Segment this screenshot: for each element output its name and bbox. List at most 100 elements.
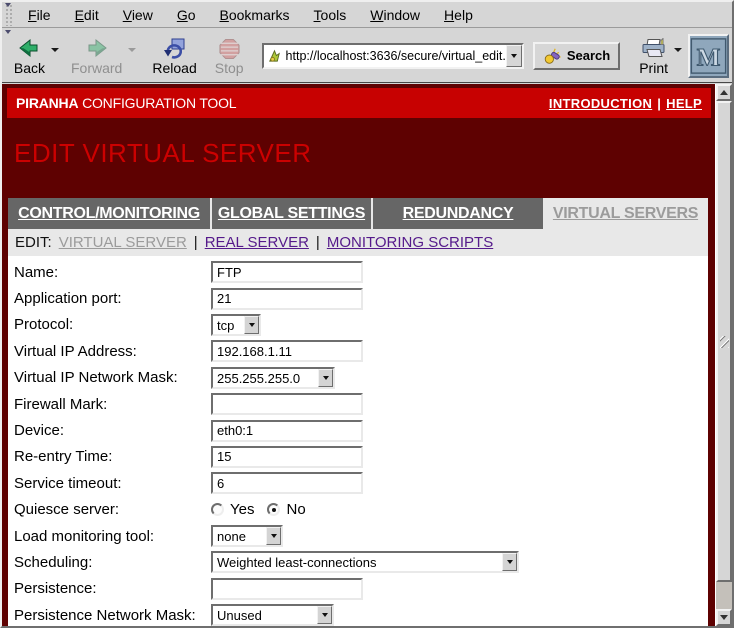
menu-go[interactable]: Go (165, 7, 208, 23)
app-title-brand: PIRANHA (16, 95, 78, 111)
subnav-virtual-server-link[interactable]: VIRTUAL SERVER (59, 234, 187, 251)
page-title: EDIT VIRTUAL SERVER (14, 138, 715, 168)
name-input[interactable] (211, 261, 363, 283)
stop-button[interactable]: Stop (209, 34, 250, 77)
app-title: PIRANHA CONFIGURATION TOOL (16, 95, 236, 111)
help-link[interactable]: HELP (666, 96, 702, 111)
vertical-scrollbar[interactable] (715, 84, 732, 626)
tab-control-monitoring[interactable]: CONTROL/MONITORING (8, 198, 210, 229)
stop-icon (219, 36, 240, 60)
back-dropdown-arrow[interactable] (51, 48, 59, 52)
quiesce-radio-group: Yes No (211, 501, 319, 518)
form-row-protocol: Protocol: tcp (8, 312, 708, 338)
subnav-prefix: EDIT: (15, 234, 52, 251)
menu-view[interactable]: View (111, 7, 165, 23)
page-content: PIRANHA CONFIGURATION TOOL INTRODUCTION … (2, 84, 715, 626)
firewall-mark-input[interactable] (211, 393, 363, 415)
tab-redundancy[interactable]: REDUNDANCY (371, 198, 543, 229)
application-port-input[interactable] (211, 288, 363, 310)
menu-bookmarks[interactable]: Bookmarks (208, 7, 302, 23)
subnav-real-server-link[interactable]: REAL SERVER (205, 234, 309, 251)
search-label: Search (567, 48, 610, 63)
name-label: Name: (14, 264, 211, 281)
protocol-value: tcp (213, 316, 244, 334)
menu-bar: File Edit View Go Bookmarks Tools Window… (2, 2, 732, 28)
persistence-netmask-select[interactable]: Unused (211, 604, 334, 626)
mozilla-m-icon: M (690, 37, 727, 75)
url-bar[interactable]: http://localhost:3636/secure/virtual_edi… (262, 43, 524, 69)
load-monitoring-value: none (213, 527, 266, 545)
scroll-down-button[interactable] (716, 609, 732, 626)
tab-virtual-servers[interactable]: VIRTUAL SERVERS (543, 198, 708, 229)
search-icon (543, 47, 562, 65)
reentry-time-input[interactable] (211, 446, 363, 468)
back-button[interactable]: Back (8, 34, 51, 77)
forward-dropdown-arrow[interactable] (128, 48, 136, 52)
forward-icon (85, 36, 109, 60)
menu-window[interactable]: Window (358, 7, 432, 23)
print-dropdown-arrow[interactable] (674, 48, 682, 52)
form-row-virtual-ip: Virtual IP Address: (8, 338, 708, 364)
url-input[interactable]: http://localhost:3636/secure/virtual_edi… (286, 49, 506, 63)
introduction-link[interactable]: INTRODUCTION (549, 96, 652, 111)
form-row-vip-netmask: Virtual IP Network Mask: 255.255.255.0 (8, 365, 708, 391)
scheduling-select[interactable]: Weighted least-connections (211, 551, 519, 573)
form-row-firewall-mark: Firewall Mark: (8, 391, 708, 417)
url-dropdown-button[interactable] (506, 45, 522, 67)
page-proxy-icon[interactable] (267, 48, 282, 63)
chevron-down-icon[interactable] (502, 553, 517, 571)
search-button[interactable]: Search (533, 42, 620, 70)
edit-subnav: EDIT: VIRTUAL SERVER | REAL SERVER | MON… (8, 229, 708, 256)
form-row-reentry-time: Re-entry Time: (8, 444, 708, 470)
vip-netmask-select[interactable]: 255.255.255.0 (211, 367, 335, 389)
toolbar-grip-handle[interactable] (4, 30, 5, 81)
protocol-select[interactable]: tcp (211, 314, 261, 336)
print-button[interactable]: Print (633, 34, 674, 77)
chevron-down-icon[interactable] (318, 369, 333, 387)
tab-global-settings[interactable]: GLOBAL SETTINGS (210, 198, 371, 229)
menu-file[interactable]: File (16, 7, 63, 23)
chevron-down-icon[interactable] (317, 606, 332, 624)
chevron-down-icon[interactable] (244, 316, 259, 334)
subnav-separator: | (316, 234, 320, 251)
quiesce-no-radio[interactable] (267, 503, 280, 516)
service-timeout-input[interactable] (211, 472, 363, 494)
form-row-persistence: Persistence: (8, 576, 708, 602)
vip-netmask-label: Virtual IP Network Mask: (14, 369, 211, 386)
scroll-up-button[interactable] (716, 84, 732, 101)
menu-help[interactable]: Help (432, 7, 485, 23)
menubar-grip-handle[interactable] (4, 3, 13, 26)
form-row-persistence-netmask: Persistence Network Mask: Unused (8, 602, 708, 626)
reload-label: Reload (152, 60, 196, 76)
firewall-mark-label: Firewall Mark: (14, 396, 211, 413)
print-label: Print (639, 60, 668, 76)
app-title-rest: CONFIGURATION TOOL (78, 95, 236, 111)
quiesce-no-label: No (286, 501, 305, 518)
scheduling-value: Weighted least-connections (213, 553, 502, 571)
device-input[interactable] (211, 420, 363, 442)
print-icon (641, 36, 666, 60)
persistence-input[interactable] (211, 578, 363, 600)
forward-label: Forward (71, 60, 122, 76)
load-monitoring-select[interactable]: none (211, 525, 283, 547)
quiesce-server-label: Quiesce server: (14, 501, 211, 518)
service-timeout-label: Service timeout: (14, 475, 211, 492)
chevron-down-icon[interactable] (266, 527, 281, 545)
main-tabs: CONTROL/MONITORING GLOBAL SETTINGS REDUN… (8, 198, 708, 229)
menu-edit[interactable]: Edit (63, 7, 111, 23)
reload-button[interactable]: Reload (146, 34, 202, 77)
mozilla-logo[interactable]: M (688, 34, 729, 78)
forward-button[interactable]: Forward (65, 34, 128, 77)
navigation-toolbar: Back Forward Reload (2, 29, 732, 83)
header-link-separator: | (657, 96, 661, 111)
persistence-label: Persistence: (14, 580, 211, 597)
protocol-label: Protocol: (14, 316, 211, 333)
menu-tools[interactable]: Tools (302, 7, 359, 23)
scrollbar-grip-icon (720, 336, 729, 348)
form-row-quiesce-server: Quiesce server: Yes No (8, 497, 708, 523)
virtual-ip-input[interactable] (211, 340, 363, 362)
quiesce-yes-radio[interactable] (211, 503, 224, 516)
subnav-monitoring-scripts-link[interactable]: MONITORING SCRIPTS (327, 234, 493, 251)
triangle-up-icon (720, 90, 728, 95)
scrollbar-thumb[interactable] (716, 101, 732, 582)
